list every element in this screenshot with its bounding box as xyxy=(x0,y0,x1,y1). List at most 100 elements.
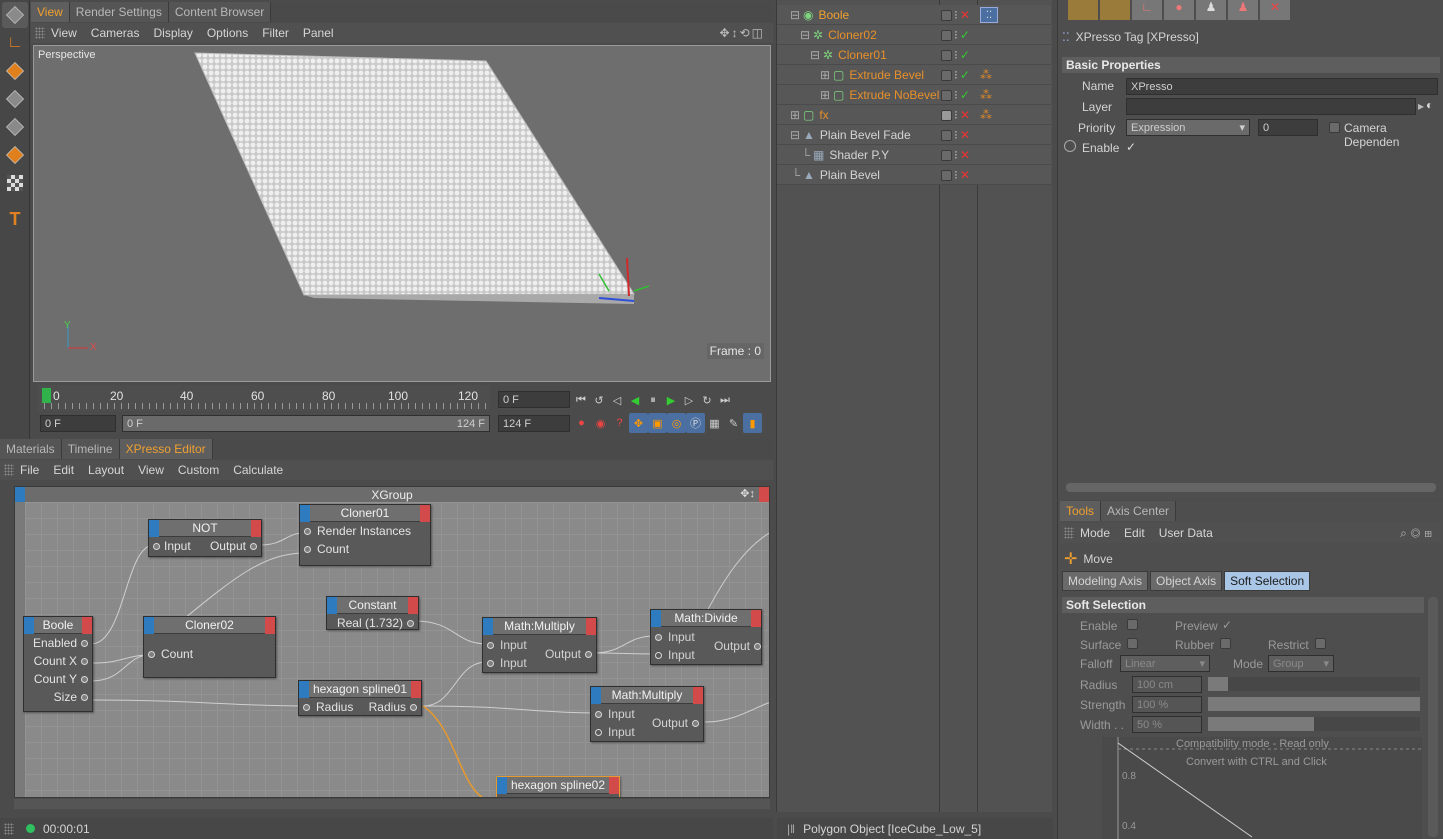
menu-display[interactable]: Display xyxy=(153,26,192,40)
width-field[interactable]: 50 % xyxy=(1132,716,1202,733)
node-not[interactable]: NOT Input Output xyxy=(148,519,262,557)
node-math-multiply-1[interactable]: Math:Multiply Input Input Output xyxy=(482,617,597,673)
texture-mode-icon[interactable] xyxy=(2,170,28,196)
tab-timeline[interactable]: Timeline xyxy=(61,439,120,459)
priority-number[interactable]: 0 xyxy=(1258,119,1318,136)
subtab-object-axis[interactable]: Object Axis xyxy=(1150,571,1223,591)
camera-dependent-checkbox[interactable] xyxy=(1329,122,1340,133)
node-cloner02[interactable]: Cloner02 Count xyxy=(143,616,276,678)
port-out-icon[interactable] xyxy=(754,642,761,650)
menu-view[interactable]: View xyxy=(51,26,77,40)
tool-icon[interactable]: ∟ xyxy=(1132,0,1162,20)
brush-icon[interactable] xyxy=(1100,0,1130,20)
menu-mode[interactable]: Mode xyxy=(1080,526,1110,540)
port-in-icon[interactable] xyxy=(595,728,602,736)
viewport-nav-icons[interactable]: ✥↕⟲◫ xyxy=(720,26,765,40)
port-out-icon[interactable] xyxy=(81,639,88,647)
menu-calculate[interactable]: Calculate xyxy=(233,463,283,477)
material-tag-icon[interactable]: ⁂ xyxy=(980,88,992,102)
enabled-check-icon[interactable]: ✓ xyxy=(960,68,970,82)
node-hexagon-spline02[interactable]: hexagon spline02 xyxy=(496,776,620,797)
current-frame-field[interactable]: 0 F xyxy=(498,391,570,408)
enabled-check-icon[interactable]: ✓ xyxy=(960,48,970,62)
rubber-checkbox[interactable] xyxy=(1220,638,1231,649)
port-in-icon[interactable] xyxy=(148,650,155,658)
mode-select[interactable]: Group ▾ xyxy=(1268,655,1334,672)
tree-item[interactable]: └ ▲ Plain Bevel xyxy=(777,165,1051,185)
menu-edit[interactable]: Edit xyxy=(1124,526,1145,540)
material-tag-icon[interactable]: ⁂ xyxy=(980,68,992,82)
port-out-icon[interactable] xyxy=(250,542,257,550)
node-constant[interactable]: Constant Real (1.732) xyxy=(326,596,419,630)
prev-key-icon[interactable]: ◁ xyxy=(608,391,626,409)
menu-filter[interactable]: Filter xyxy=(262,26,289,40)
menu-file[interactable]: File xyxy=(20,463,39,477)
disabled-x-icon[interactable]: ✕ xyxy=(960,128,970,142)
layer-icon[interactable] xyxy=(941,9,952,21)
attr-hscroll[interactable] xyxy=(1066,483,1436,492)
goto-start-icon[interactable]: ⏮ xyxy=(572,391,590,409)
tool-icon[interactable]: ♟ xyxy=(1228,0,1258,20)
viewport-3d[interactable]: Perspective Y X Frame : 0 xyxy=(33,45,771,382)
port-in-icon[interactable] xyxy=(655,633,662,641)
layer-icon[interactable] xyxy=(941,149,952,161)
goto-end-icon[interactable]: ⏭ xyxy=(716,391,734,409)
point-mode-icon[interactable] xyxy=(2,86,28,112)
enable-radio-icon[interactable] xyxy=(1064,140,1076,152)
radius-field[interactable]: 100 cm xyxy=(1132,676,1202,693)
disabled-x-icon[interactable]: ✕ xyxy=(960,168,970,182)
repeat-icon[interactable]: ↻ xyxy=(698,391,716,409)
paint-icon[interactable] xyxy=(1068,0,1098,20)
pause-icon[interactable]: ⏸ xyxy=(644,391,662,409)
priority-select[interactable]: Expression ▾ xyxy=(1126,119,1250,136)
port-out-icon[interactable] xyxy=(692,719,699,727)
record-icon[interactable]: ● xyxy=(572,413,591,433)
next-key-icon[interactable]: ▷ xyxy=(680,391,698,409)
port-in-icon[interactable] xyxy=(655,651,662,659)
preview-checkbox[interactable]: ✓ xyxy=(1222,618,1232,632)
node-hexagon-spline01[interactable]: hexagon spline01 Radius Radius xyxy=(298,680,422,716)
name-field[interactable]: XPresso xyxy=(1126,78,1438,95)
enable-checkbox[interactable]: ✓ xyxy=(1126,140,1136,154)
width-slider[interactable] xyxy=(1208,717,1420,731)
menu-custom[interactable]: Custom xyxy=(178,463,219,477)
material-tag-icon[interactable]: ⁂ xyxy=(980,108,992,122)
tool-icon[interactable]: ♟ xyxy=(1196,0,1226,20)
key-param-icon[interactable]: Ⓟ xyxy=(686,413,705,433)
tab-render-settings[interactable]: Render Settings xyxy=(69,2,169,22)
enable-checkbox[interactable] xyxy=(1127,619,1138,630)
layer-field[interactable] xyxy=(1126,98,1416,115)
layer-picker-icon[interactable]: ◐ xyxy=(1426,98,1433,112)
key-rotation-icon[interactable]: ◎ xyxy=(667,413,686,433)
play-icon[interactable]: ▶ xyxy=(662,391,680,409)
strength-slider[interactable] xyxy=(1208,697,1420,711)
port-out-icon[interactable] xyxy=(81,675,88,683)
xgroup-canvas[interactable]: XGroup ✥↕ NOT Input Output Cloner01 Rend… xyxy=(14,486,770,798)
port-out-icon[interactable] xyxy=(407,619,414,627)
port-in-icon[interactable] xyxy=(487,659,494,667)
tab-content-browser[interactable]: Content Browser xyxy=(168,2,272,22)
tool-icon[interactable]: ● xyxy=(1164,0,1194,20)
axis-tool-icon[interactable]: ∟ xyxy=(2,30,28,56)
layer-icon[interactable] xyxy=(941,49,952,61)
port-in-icon[interactable] xyxy=(304,545,311,553)
editor-hscroll[interactable] xyxy=(14,799,770,809)
menu-user-data[interactable]: User Data xyxy=(1159,526,1213,540)
autokey-icon[interactable]: ◉ xyxy=(591,413,610,433)
port-out-icon[interactable] xyxy=(81,657,88,665)
polygon-mode-icon[interactable] xyxy=(2,142,28,168)
tree-item[interactable]: ⊟ ▲ Plain Bevel Fade xyxy=(777,125,1051,145)
tab-tools[interactable]: Tools xyxy=(1060,501,1102,521)
falloff-graph[interactable]: Compatibility mode - Read only Convert w… xyxy=(1102,737,1422,839)
tab-axis-center[interactable]: Axis Center xyxy=(1101,501,1177,521)
edge-mode-icon[interactable] xyxy=(2,114,28,140)
end-frame-field[interactable]: 124 F xyxy=(498,415,570,432)
menu-cameras[interactable]: Cameras xyxy=(91,26,140,40)
layer-icon[interactable] xyxy=(941,29,952,41)
port-in-icon[interactable] xyxy=(303,703,310,711)
text-tool-icon[interactable]: T xyxy=(2,206,28,232)
layer-arrow-icon[interactable]: ▸ xyxy=(1418,99,1424,113)
tools-vscroll[interactable] xyxy=(1428,597,1438,837)
subtab-modeling-axis[interactable]: Modeling Axis xyxy=(1062,571,1149,591)
layer-icon[interactable] xyxy=(941,89,952,101)
